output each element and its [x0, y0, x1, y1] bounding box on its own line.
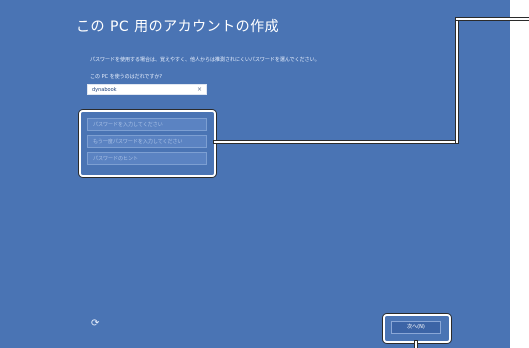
- setup-screen: この PC 用のアカウントの作成 パスワードを使用する場合は、覚えやすく、他人か…: [0, 0, 510, 348]
- ease-of-access-icon[interactable]: ⟳: [91, 318, 99, 329]
- callout-leader-line: [214, 141, 458, 143]
- user-name-input[interactable]: dynabook ×: [87, 84, 207, 95]
- callout-leader-line: [415, 341, 417, 348]
- user-name-value: dynabook: [92, 87, 117, 93]
- password-fields-callout: [79, 110, 216, 177]
- page-title: この PC 用のアカウントの作成: [76, 19, 280, 35]
- next-button-callout: [383, 314, 451, 343]
- user-name-label: この PC を使うのはだれですか?: [90, 74, 163, 80]
- callout-leader-line: [456, 18, 458, 143]
- clear-icon[interactable]: ×: [197, 85, 202, 95]
- description-text: パスワードを使用する場合は、覚えやすく、他人からは推測されにくいパスワードを選ん…: [90, 57, 320, 63]
- callout-leader-line: [456, 18, 529, 20]
